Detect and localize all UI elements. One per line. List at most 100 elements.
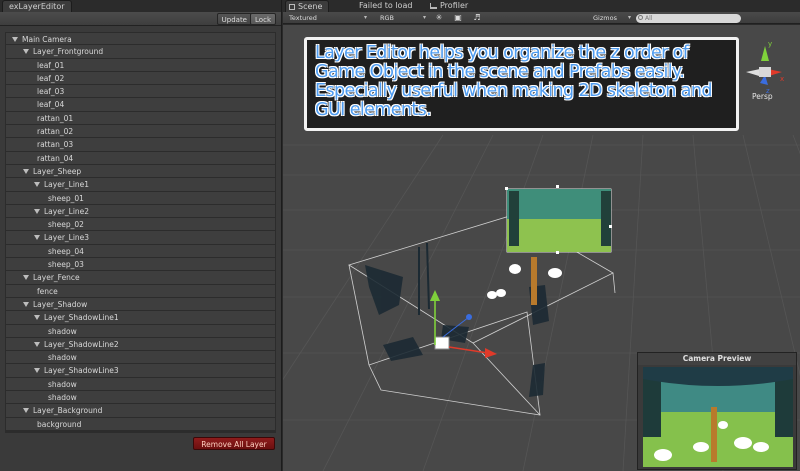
- tree-item-label: Layer_Frontground: [33, 47, 104, 57]
- scene-tabbar: Scene Failed to load Profiler: [283, 0, 800, 12]
- expand-triangle-icon[interactable]: [23, 275, 29, 281]
- left-tabbar: exLayerEditor: [0, 0, 281, 12]
- svg-text:y: y: [768, 40, 772, 48]
- tab-exlayereditor[interactable]: exLayerEditor: [2, 0, 72, 12]
- search-input[interactable]: All: [636, 14, 741, 23]
- lock-button[interactable]: Lock: [250, 13, 276, 25]
- tree-group-row[interactable]: Layer_Line1: [5, 178, 276, 192]
- tree-item-row[interactable]: leaf_03: [5, 85, 276, 99]
- channel-dropdown[interactable]: RGB ▾: [380, 13, 428, 23]
- app-window: exLayerEditor Update Lock Main Camera Lay…: [0, 0, 800, 471]
- chevron-down-icon: ▾: [627, 14, 631, 21]
- expand-triangle-icon[interactable]: [34, 368, 40, 374]
- scene-toolbar: Textured ▾ RGB ▾ ✳ ▣ ♬ Gizmos ▾ All: [283, 12, 800, 24]
- scene-panel: Scene Failed to load Profiler Textured ▾…: [283, 0, 800, 471]
- expand-triangle-icon[interactable]: [23, 408, 29, 414]
- tree-item-label: Layer_ShadowLine1: [44, 313, 119, 323]
- expand-triangle-icon[interactable]: [23, 49, 29, 55]
- chevron-down-icon: ▾: [422, 14, 426, 21]
- tree-item-label: rattan_03: [37, 140, 74, 150]
- tree-item-label: leaf_02: [37, 73, 65, 83]
- tree-item-row[interactable]: shadow: [5, 351, 276, 365]
- tree-item-row[interactable]: sheep_01: [5, 191, 276, 205]
- tree-item-label: leaf_01: [37, 60, 65, 70]
- channel-value: RGB: [380, 14, 395, 22]
- tree-group-row[interactable]: Layer_Fence: [5, 271, 276, 285]
- render-mode-value: Textured: [289, 14, 317, 22]
- chart-icon: [430, 3, 437, 9]
- tree-item-label: leaf_03: [37, 87, 65, 97]
- tree-item-row[interactable]: rattan_01: [5, 111, 276, 126]
- tree-group-row[interactable]: Main Camera: [5, 32, 276, 46]
- tree-group-row[interactable]: Layer_Line3: [5, 231, 276, 245]
- scene-viewport[interactable]: Layer Editor helps you organize the z or…: [283, 25, 800, 471]
- update-button[interactable]: Update: [216, 13, 252, 25]
- remove-all-layer-button[interactable]: Remove All Layer: [193, 437, 275, 450]
- tree-item-label: Layer_Line2: [44, 206, 90, 216]
- expand-triangle-icon[interactable]: [34, 341, 40, 347]
- banner-text: Layer Editor helps you organize the z or…: [315, 43, 712, 120]
- tree-group-row[interactable]: Layer_Frontground: [5, 45, 276, 59]
- shadow-sprites: [365, 265, 549, 397]
- expand-triangle-icon[interactable]: [34, 208, 40, 214]
- sun-icon[interactable]: ✳: [434, 13, 444, 23]
- tree-item-label: Layer_ShadowLine2: [44, 339, 119, 349]
- view-projection-label[interactable]: Persp: [752, 92, 773, 101]
- tree-item-row[interactable]: background: [5, 417, 276, 431]
- info-banner: Layer Editor helps you organize the z or…: [304, 37, 739, 131]
- tree-item-row[interactable]: leaf_04: [5, 98, 276, 112]
- tree-item-label: background: [37, 419, 82, 429]
- camera-preview-title: Camera Preview: [638, 353, 796, 365]
- tree-group-row[interactable]: Layer_Background: [5, 404, 276, 418]
- tree-item-label: Layer_Sheep: [33, 166, 82, 176]
- speaker-icon[interactable]: ♬: [472, 13, 482, 23]
- chevron-down-icon: ▾: [363, 14, 367, 21]
- tree-item-label: rattan_02: [37, 127, 74, 137]
- expand-triangle-icon[interactable]: [34, 315, 40, 321]
- tree-item-row[interactable]: sheep_04: [5, 244, 276, 259]
- gizmos-dropdown[interactable]: Gizmos ▾: [593, 13, 633, 23]
- gizmos-label: Gizmos: [593, 14, 617, 22]
- tree-item-row[interactable]: shadow: [5, 324, 276, 338]
- expand-triangle-icon[interactable]: [23, 301, 29, 307]
- tree-item-row[interactable]: shadow: [5, 377, 276, 392]
- expand-triangle-icon[interactable]: [34, 235, 40, 241]
- image-icon[interactable]: ▣: [453, 13, 463, 23]
- tree-item-label: shadow: [48, 379, 77, 389]
- tree-bottom-border: [5, 431, 276, 433]
- tree-group-row[interactable]: Layer_ShadowLine1: [5, 311, 276, 325]
- tree-item-row[interactable]: rattan_02: [5, 125, 276, 139]
- expand-triangle-icon[interactable]: [23, 168, 29, 174]
- tree-item-row[interactable]: rattan_03: [5, 138, 276, 152]
- tree-group-row[interactable]: Layer_Shadow: [5, 297, 276, 312]
- camera-preview-image: [643, 367, 793, 467]
- tree-item-row[interactable]: shadow: [5, 391, 276, 405]
- layer-editor-toolbar: Update Lock: [0, 12, 281, 26]
- expand-triangle-icon[interactable]: [12, 37, 18, 42]
- tab-scene[interactable]: Scene: [285, 0, 330, 12]
- move-handle: [430, 290, 497, 358]
- tree-item-row[interactable]: leaf_02: [5, 71, 276, 86]
- tree-group-row[interactable]: Layer_Line2: [5, 204, 276, 219]
- tree-item-label: leaf_04: [37, 100, 65, 110]
- tree-group-row[interactable]: Layer_Sheep: [5, 164, 276, 179]
- render-mode-dropdown[interactable]: Textured ▾: [289, 13, 369, 23]
- tree-item-row[interactable]: sheep_03: [5, 258, 276, 272]
- tree-item-label: Main Camera: [22, 35, 72, 44]
- tab-profiler[interactable]: Profiler: [426, 0, 474, 12]
- layer-editor-panel: exLayerEditor Update Lock Main Camera Lay…: [0, 0, 282, 471]
- expand-triangle-icon[interactable]: [34, 182, 40, 188]
- tree-item-row[interactable]: leaf_01: [5, 58, 276, 72]
- tree-item-row[interactable]: rattan_04: [5, 151, 276, 165]
- tree-group-row[interactable]: Layer_ShadowLine2: [5, 337, 276, 352]
- tree-item-row[interactable]: fence: [5, 284, 276, 298]
- search-placeholder: All: [645, 15, 653, 22]
- tree-item-label: Layer_Shadow: [33, 299, 88, 309]
- tree-item-label: sheep_02: [48, 220, 84, 230]
- tree-item-label: Layer_Fence: [33, 273, 80, 283]
- svg-text:x: x: [780, 75, 784, 83]
- tree-item-label: Layer_Line1: [44, 180, 90, 190]
- tree-item-row[interactable]: sheep_02: [5, 218, 276, 232]
- tree-group-row[interactable]: Layer_ShadowLine3: [5, 364, 276, 378]
- tab-failed-to-load[interactable]: Failed to load: [353, 0, 418, 12]
